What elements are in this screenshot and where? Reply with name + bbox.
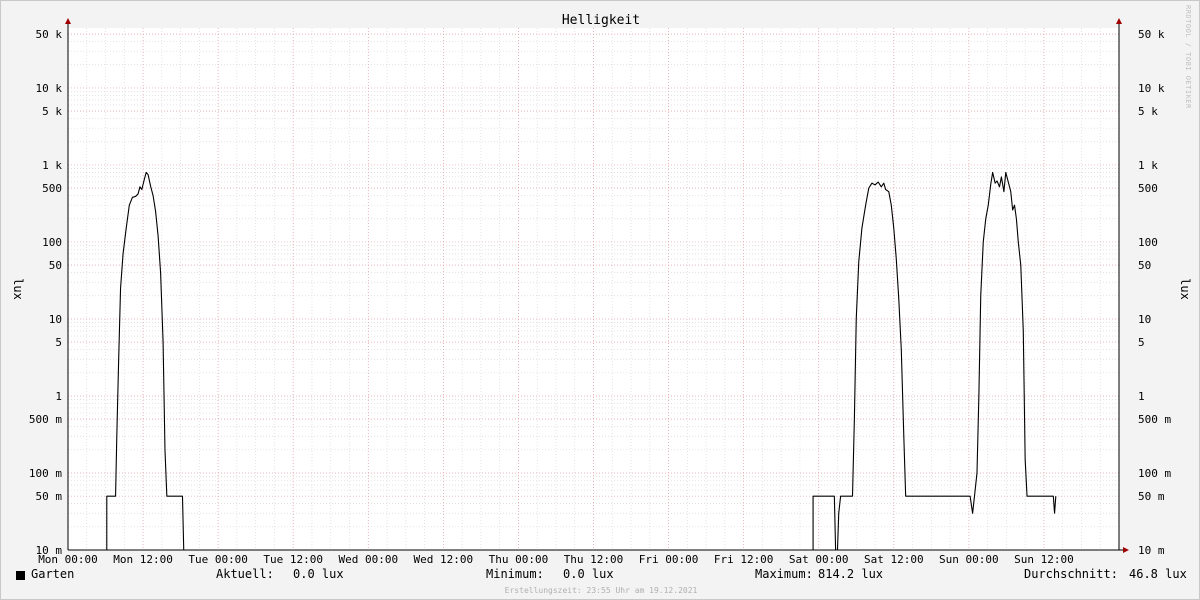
y-axis-arrow-left [65, 18, 71, 24]
y-tick-label-right: 5 k [1138, 105, 1158, 118]
legend-maximum-value: 814.2 lux [818, 567, 884, 581]
y-tick-label-left: 50 [49, 259, 62, 272]
y-tick-label-right: 1 [1138, 390, 1145, 403]
y-tick-label-left: 10 [49, 313, 62, 326]
legend-swatch-icon [16, 571, 25, 580]
legend-maximum-label: Maximum: [755, 567, 813, 581]
x-tick-label: Fri 00:00 [639, 553, 699, 566]
rrd-graph: 10 m 10 m 50 m 50 m 100 m 100 m 500 m 500 m1155… [0, 0, 1200, 600]
x-tick-label: Wed 12:00 [414, 553, 474, 566]
y-tick-label-left: 100 [42, 236, 62, 249]
y-tick-label-left: 50 m [36, 490, 63, 503]
y-tick-label-left: 5 [55, 336, 62, 349]
x-tick-label: Sun 00:00 [939, 553, 999, 566]
x-tick-label: Tue 00:00 [188, 553, 248, 566]
legend-average-label: Durchschnitt: [1024, 567, 1118, 581]
y-tick-label-right: 50 m [1138, 490, 1165, 503]
y-tick-label-left: 50 k [36, 28, 63, 41]
legend-minimum-label: Minimum: [486, 567, 544, 581]
y-tick-label-right: 50 k [1138, 28, 1165, 41]
x-tick-label: Sat 00:00 [789, 553, 849, 566]
y-tick-label-left: 1 [55, 390, 62, 403]
rrdtool-watermark: RRDTOOL / TOBI OETIKER [1184, 5, 1192, 109]
y-tick-label-left: 1 k [42, 159, 62, 172]
x-tick-label: Tue 12:00 [263, 553, 323, 566]
y-tick-label-left: 500 [42, 182, 62, 195]
y-tick-label-right: 100 [1138, 236, 1158, 249]
y-tick-label-right: 1 k [1138, 159, 1158, 172]
y-tick-label-right: 500 m [1138, 413, 1171, 426]
legend-aktuell-value: 0.0 lux [293, 567, 344, 581]
legend-series-name: Garten [31, 567, 75, 581]
creation-time-footer: Erstellungszeit: 23:55 Uhr am 19.12.2021 [504, 586, 698, 595]
legend-minimum-value: 0.0 lux [563, 567, 614, 581]
x-tick-label: Wed 00:00 [338, 553, 398, 566]
chart-title: Helligkeit [562, 13, 640, 28]
y-tick-label-right: 50 [1138, 259, 1151, 272]
x-tick-label: Thu 00:00 [489, 553, 549, 566]
y-axis-label-left: lux [11, 278, 25, 300]
y-tick-label-left: 5 k [42, 105, 62, 118]
y-tick-label-right: 10 k [1138, 82, 1165, 95]
x-axis-arrow [1123, 547, 1129, 553]
y-tick-label-left: 100 m [29, 467, 62, 480]
legend-aktuell-label: Aktuell: [216, 567, 274, 581]
y-tick-label-right: 10 [1138, 313, 1151, 326]
y-tick-label-right: 10 m [1138, 544, 1165, 557]
y-tick-label-right: 5 [1138, 336, 1145, 349]
x-tick-label: Mon 12:00 [113, 553, 173, 566]
x-tick-label: Thu 12:00 [564, 553, 624, 566]
y-axis-arrow-right [1116, 18, 1122, 24]
y-tick-label-right: 500 [1138, 182, 1158, 195]
brightness-chart: 10 m 10 m50 m 50 m100 m 100 m500 m 500 m1 15 5… [11, 13, 1192, 566]
y-tick-label-left: 10 k [36, 82, 63, 95]
x-tick-label: Sun 12:00 [1014, 553, 1074, 566]
y-tick-label-left: 500 m [29, 413, 62, 426]
x-tick-label: Mon 00:00 [38, 553, 98, 566]
x-tick-label: Fri 12:00 [714, 553, 774, 566]
y-tick-label-right: 100 m [1138, 467, 1171, 480]
y-axis-label-right: lux [1178, 278, 1192, 300]
x-tick-label: Sat 12:00 [864, 553, 924, 566]
legend-average-value: 46.8 lux [1129, 567, 1187, 581]
